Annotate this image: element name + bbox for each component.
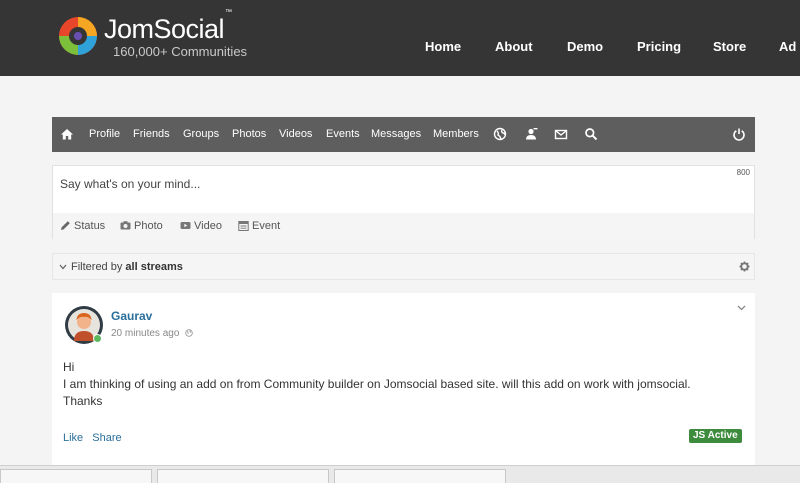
status-composer: Say what's on your mind... 800 Status Ph… <box>52 165 755 239</box>
globe-icon[interactable] <box>493 127 507 141</box>
dropdown-segment[interactable] <box>334 469 506 483</box>
globe-icon <box>185 329 193 337</box>
calendar-icon <box>238 221 249 231</box>
online-indicator <box>93 334 102 343</box>
post-content: Hi I am thinking of using an add on from… <box>63 359 691 410</box>
like-link[interactable]: Like <box>63 432 83 444</box>
post-author[interactable]: Gaurav <box>111 309 152 323</box>
post-time-text: 20 minutes ago <box>111 328 180 339</box>
community-toolbar: Profile Friends Groups Photos Videos Eve… <box>52 117 755 152</box>
camera-icon <box>120 221 131 230</box>
post-actions: Like Share <box>63 432 128 444</box>
gear-icon[interactable] <box>739 261 750 272</box>
status-tab-event[interactable]: Event <box>252 220 280 232</box>
nav-home[interactable]: Home <box>425 39 461 54</box>
toolbar-videos[interactable]: Videos <box>279 128 312 140</box>
mail-icon[interactable] <box>554 127 568 141</box>
trademark: ™ <box>225 9 232 16</box>
post-time: 20 minutes ago <box>111 328 193 339</box>
share-link[interactable]: Share <box>92 432 121 444</box>
post-line: Thanks <box>63 394 103 408</box>
nav-store[interactable]: Store <box>713 39 746 54</box>
status-tab-photo[interactable]: Photo <box>134 220 163 232</box>
stream-filter-bar[interactable]: Filtered by all streams <box>52 253 755 280</box>
chevron-down-icon <box>59 264 67 270</box>
post-line: Hi <box>63 360 75 374</box>
status-badge: JS Active <box>689 429 742 443</box>
top-nav: Home About Demo Pricing Store Ad <box>0 39 800 57</box>
home-icon[interactable] <box>60 127 74 141</box>
nav-about[interactable]: About <box>495 39 533 54</box>
toolbar-photos[interactable]: Photos <box>232 128 266 140</box>
status-input[interactable]: Say what's on your mind... <box>60 177 200 191</box>
power-icon[interactable] <box>732 127 746 141</box>
avatar[interactable] <box>64 305 104 345</box>
filter-value: all streams <box>125 261 183 273</box>
filter-label: Filtered by all streams <box>71 261 183 273</box>
toolbar-messages[interactable]: Messages <box>371 128 421 140</box>
bottom-strip <box>0 465 800 483</box>
dropdown-segment[interactable] <box>0 469 152 483</box>
post-options-chevron-icon[interactable] <box>737 305 746 311</box>
activity-post: Gaurav 20 minutes ago Hi I am thinking o… <box>52 293 755 473</box>
toolbar-groups[interactable]: Groups <box>183 128 219 140</box>
status-actions: Status Photo Video Event <box>53 213 754 239</box>
toolbar-friends[interactable]: Friends <box>133 128 170 140</box>
friend-request-icon[interactable] <box>524 127 538 141</box>
filter-prefix: Filtered by <box>71 261 123 273</box>
nav-addons[interactable]: Ad <box>779 39 796 54</box>
status-tab-video[interactable]: Video <box>194 220 222 232</box>
site-header: JomSocial™ 160,000+ Communities Home Abo… <box>0 0 800 76</box>
toolbar-profile[interactable]: Profile <box>89 128 120 140</box>
status-tab-status[interactable]: Status <box>74 220 105 232</box>
search-icon[interactable] <box>584 127 598 141</box>
post-line: I am thinking of using an add on from Co… <box>63 377 691 391</box>
pencil-icon <box>61 221 70 230</box>
toolbar-events[interactable]: Events <box>326 128 360 140</box>
nav-pricing[interactable]: Pricing <box>637 39 681 54</box>
toolbar-members[interactable]: Members <box>433 128 479 140</box>
dropdown-segment[interactable] <box>157 469 329 483</box>
nav-demo[interactable]: Demo <box>567 39 603 54</box>
char-counter: 800 <box>736 168 750 177</box>
video-icon <box>180 222 191 229</box>
